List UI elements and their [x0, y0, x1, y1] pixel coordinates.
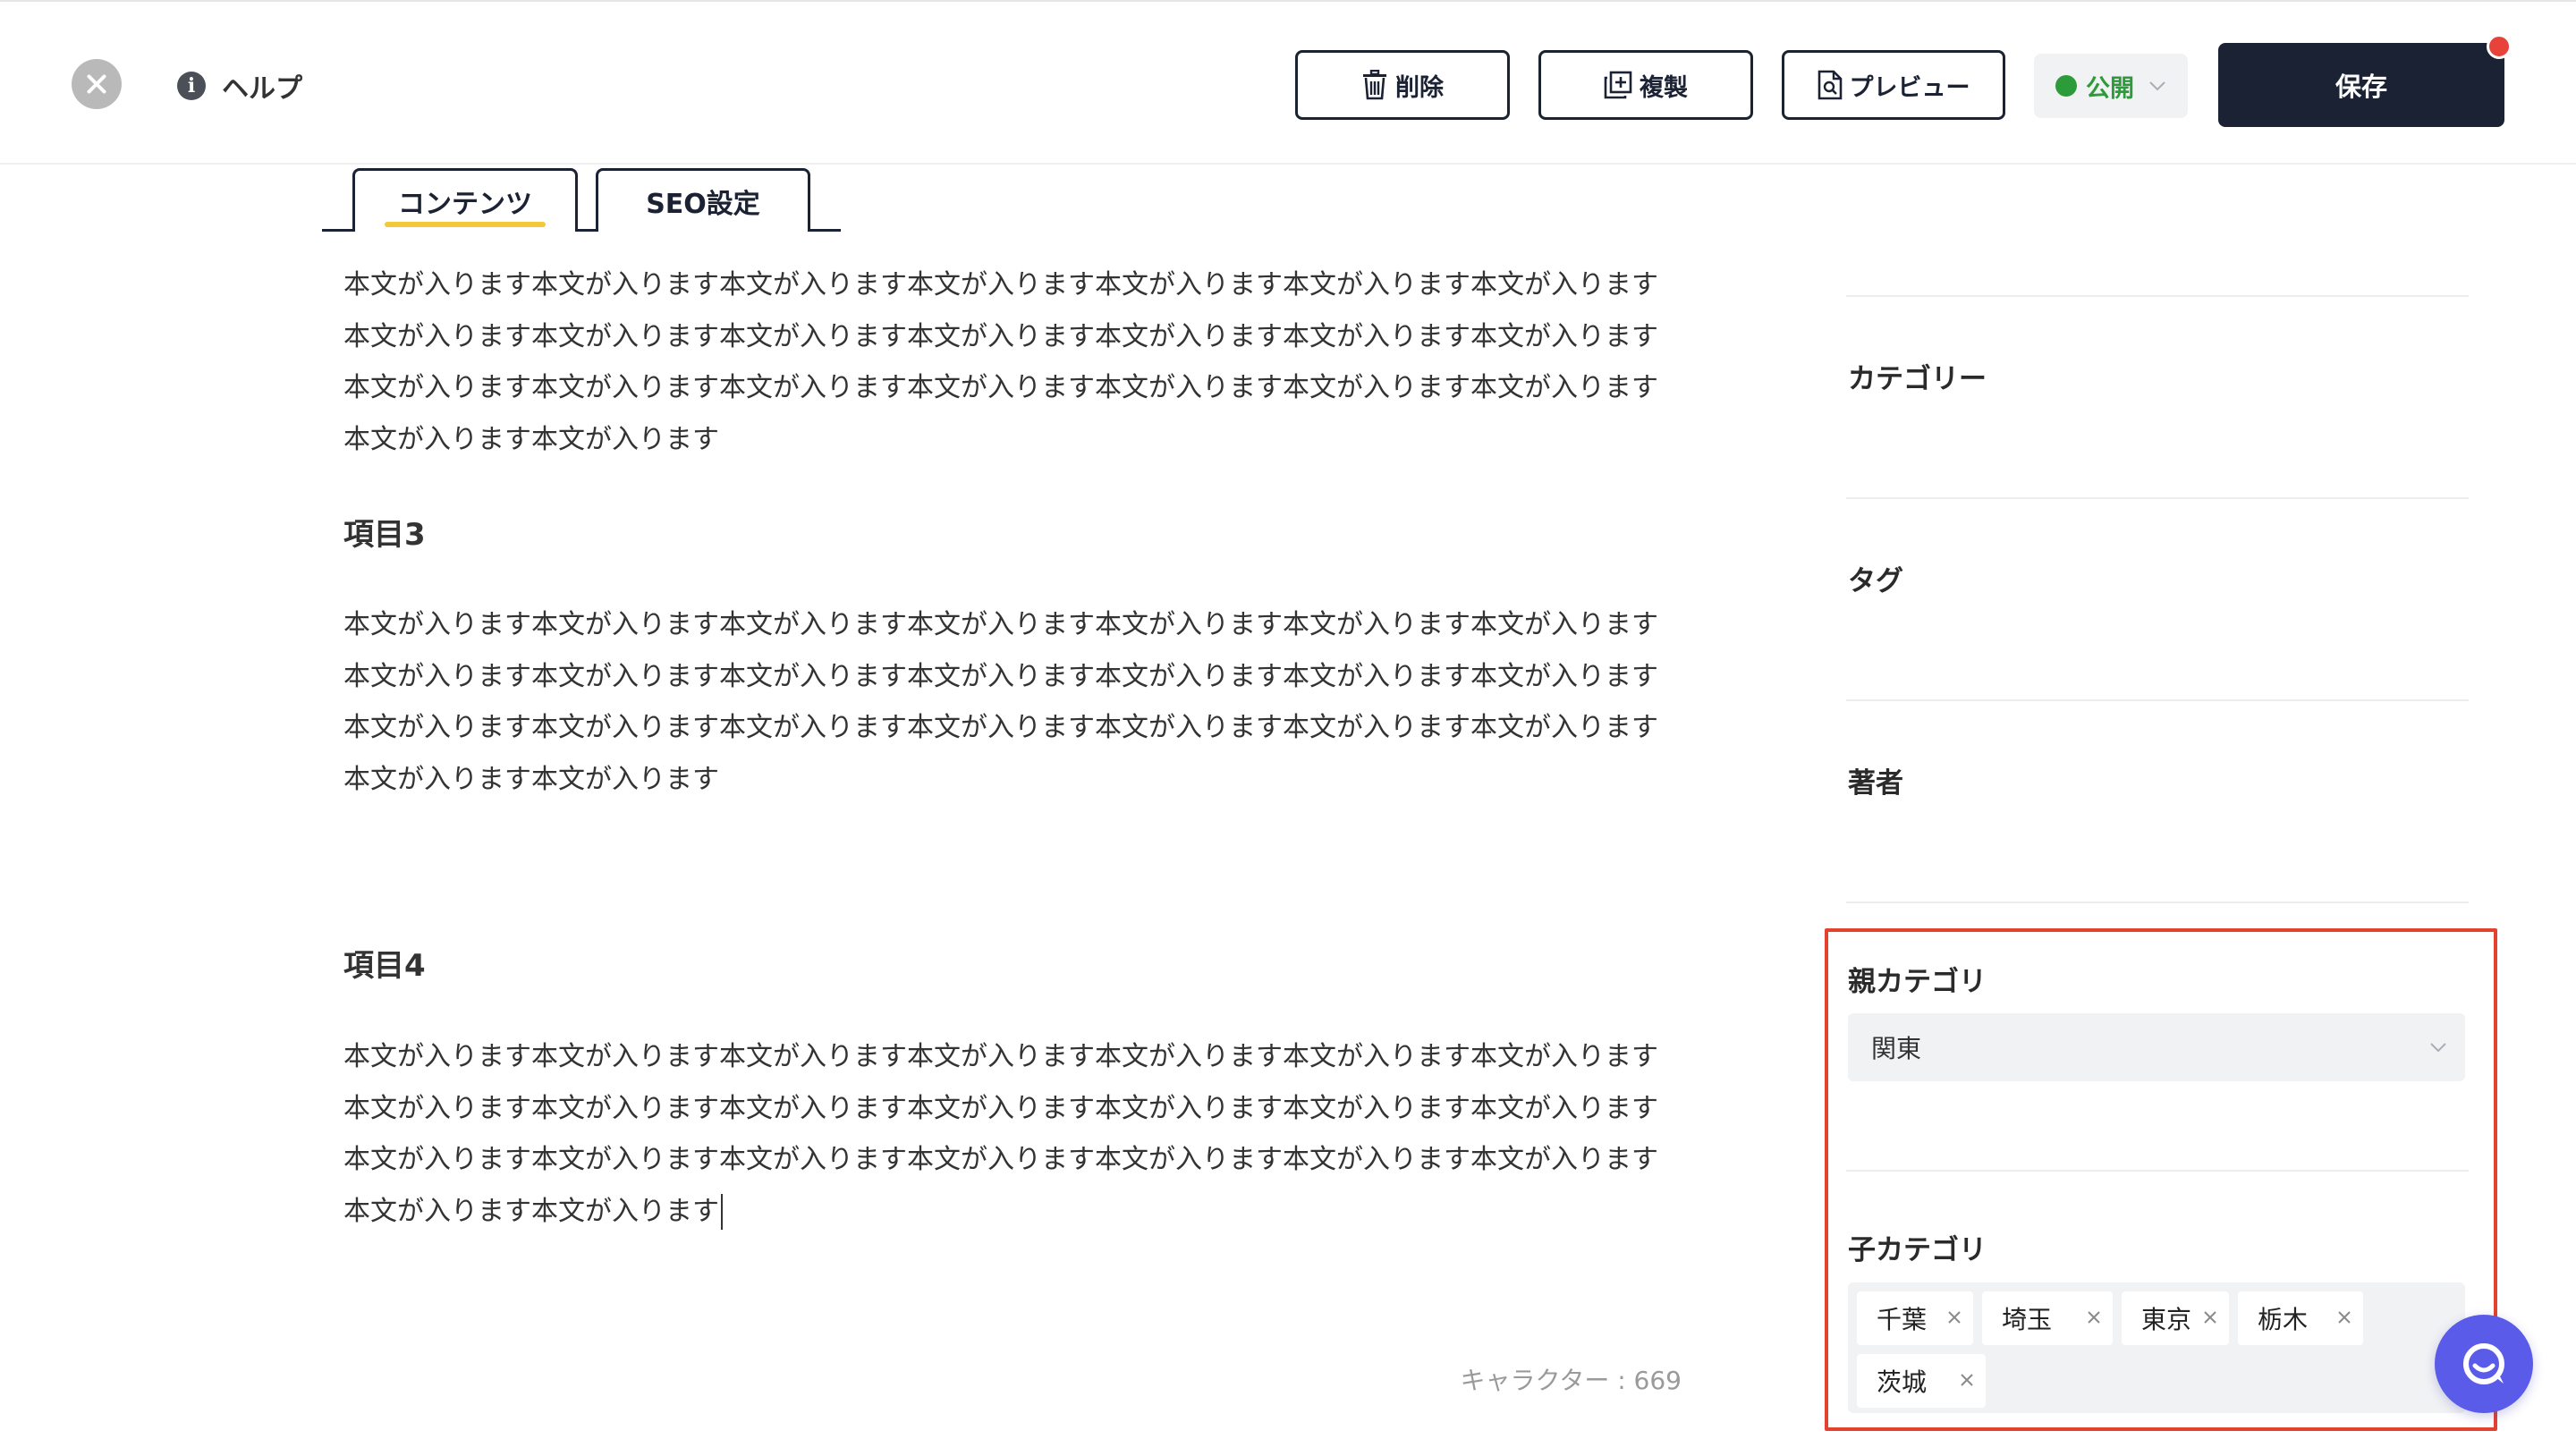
chevron-down-icon	[2411, 1042, 2465, 1053]
x-icon[interactable]	[2200, 1308, 2220, 1327]
body-paragraph-3-text: 本文が入ります本文が入ります本文が入ります本文が入ります本文が入ります本文が入り…	[343, 1041, 1658, 1227]
document-search-icon	[1818, 70, 1843, 100]
sidebar-divider	[1846, 295, 2469, 297]
trash-icon	[1361, 70, 1388, 100]
child-category-multiselect[interactable]: 千葉 埼玉 東京 栃木 茨城	[1848, 1282, 2465, 1413]
preview-label: プレビュー	[1849, 73, 1970, 102]
delete-label: 削除	[1395, 73, 1444, 102]
character-count: キャラクター : 669	[1460, 1366, 1682, 1395]
editor-header: i ヘルプ 削除 複製 プレビュー 公開 保存	[0, 2, 2576, 165]
publish-status-select[interactable]: 公開	[2034, 54, 2188, 118]
duplicate-button[interactable]: 複製	[1538, 50, 1753, 120]
child-category-chip: 千葉	[1857, 1291, 1973, 1345]
sidebar-divider	[1846, 1170, 2469, 1172]
chip-label: 栃木	[2258, 1305, 2309, 1334]
sidebar-divider	[1846, 699, 2469, 701]
child-category-chip: 埼玉	[1982, 1291, 2113, 1345]
help-link[interactable]: i ヘルプ	[177, 66, 302, 106]
preview-button[interactable]: プレビュー	[1782, 50, 2005, 120]
chip-label: 茨城	[1877, 1367, 1928, 1397]
save-label: 保存	[2334, 72, 2387, 102]
section-heading-4[interactable]: 項目4	[343, 941, 426, 985]
x-icon[interactable]	[1945, 1308, 1964, 1327]
chat-icon[interactable]	[2435, 1315, 2533, 1413]
sidebar-divider	[1846, 497, 2469, 499]
x-icon[interactable]	[2084, 1308, 2104, 1327]
info-icon: i	[177, 72, 206, 100]
child-category-chip: 東京	[2122, 1291, 2229, 1345]
text-caret	[721, 1194, 723, 1230]
save-button[interactable]: 保存	[2218, 43, 2504, 127]
notification-dot	[2487, 34, 2512, 59]
body-paragraph-1[interactable]: 本文が入ります本文が入ります本文が入ります本文が入ります本文が入ります本文が入り…	[343, 259, 1667, 465]
help-label: ヘルプ	[222, 73, 302, 105]
sidebar-divider	[1846, 902, 2469, 903]
body-paragraph-2[interactable]: 本文が入ります本文が入ります本文が入ります本文が入ります本文が入ります本文が入り…	[343, 599, 1667, 805]
tab-contents-label: コンテンツ	[398, 189, 532, 220]
chevron-down-icon	[2148, 80, 2166, 91]
x-icon[interactable]	[2334, 1308, 2354, 1327]
chip-label: 埼玉	[2002, 1305, 2053, 1334]
duplicate-label: 複製	[1640, 73, 1688, 102]
child-category-label: 子カテゴリ	[1848, 1234, 1987, 1266]
section-heading-3[interactable]: 項目3	[343, 510, 426, 554]
status-label: 公開	[2086, 74, 2134, 103]
duplicate-icon	[1604, 71, 1632, 99]
close-icon[interactable]	[72, 59, 122, 109]
tab-seo-settings[interactable]: SEO設定	[596, 168, 810, 232]
category-section-label: カテゴリー	[1848, 363, 1987, 395]
child-category-chip: 栃木	[2238, 1291, 2363, 1345]
x-icon[interactable]	[1957, 1370, 1977, 1390]
author-section-label: 著者	[1848, 767, 1903, 800]
active-tab-indicator	[385, 222, 546, 227]
body-paragraph-3[interactable]: 本文が入ります本文が入ります本文が入ります本文が入ります本文が入ります本文が入り…	[343, 1031, 1667, 1237]
child-category-chip: 茨城	[1857, 1354, 1986, 1408]
parent-category-select[interactable]: 関東	[1848, 1013, 2465, 1081]
parent-category-label: 親カテゴリ	[1848, 966, 1987, 998]
tab-seo-label: SEO設定	[646, 189, 760, 220]
delete-button[interactable]: 削除	[1295, 50, 1510, 120]
parent-category-value: 関東	[1871, 1034, 1922, 1063]
chip-label: 千葉	[1877, 1305, 1928, 1334]
tag-section-label: タグ	[1848, 565, 1903, 597]
status-dot	[2055, 75, 2077, 97]
chip-label: 東京	[2141, 1305, 2192, 1334]
